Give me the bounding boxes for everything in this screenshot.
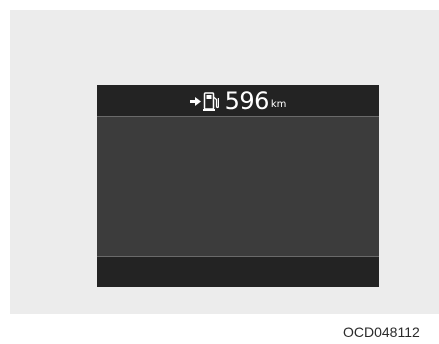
fuel-range-readout: 596 km: [97, 85, 379, 116]
fuel-range-value: 596: [224, 86, 270, 115]
fuel-pump-icon: [202, 91, 219, 111]
fuel-range-unit: km: [270, 99, 287, 110]
cluster-lcd-display: 596 km: [97, 85, 379, 287]
display-bottom-bar: [97, 257, 379, 287]
display-top-divider: [97, 116, 379, 117]
arrow-right-icon: [189, 97, 201, 106]
figure-panel: 596 km: [10, 10, 439, 314]
figure-code-label: OCD048112: [343, 324, 420, 340]
